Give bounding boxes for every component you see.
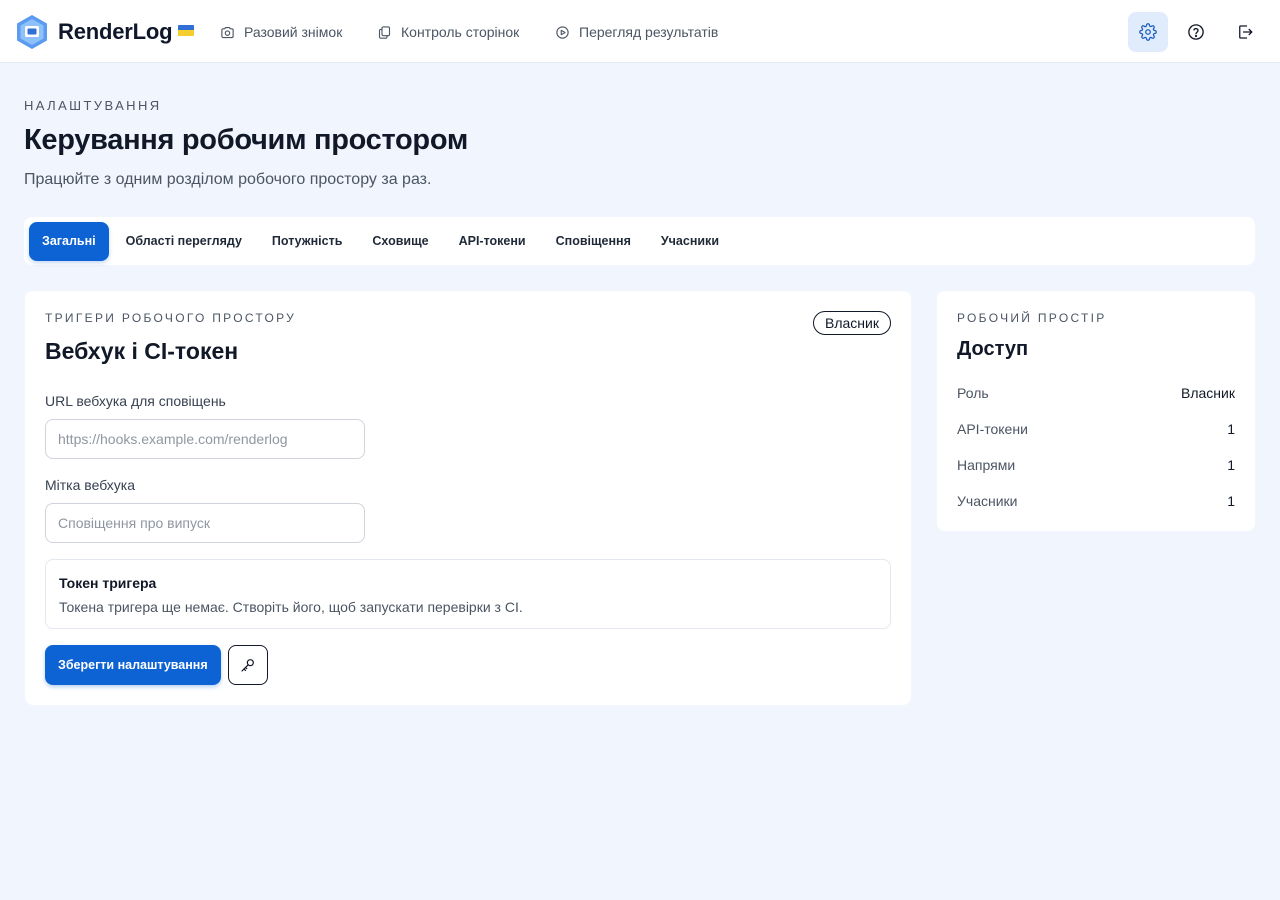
webhook-url-label: URL вебхука для сповіщень [45, 393, 226, 409]
access-row-api-tokens: API-токени 1 [957, 419, 1235, 439]
access-row-value: 1 [1227, 457, 1235, 473]
settings-button[interactable] [1128, 12, 1168, 52]
access-row-key: Учасники [957, 493, 1018, 509]
tab-storage[interactable]: Сховище [359, 222, 441, 261]
nav-one-shot[interactable]: Разовий знімок [220, 22, 342, 42]
access-row-role: Роль Власник [957, 383, 1235, 403]
tab-members[interactable]: Учасники [648, 222, 732, 261]
card-title: Вебхук і CI-токен [45, 338, 239, 364]
logout-button[interactable] [1225, 12, 1265, 52]
role-badge: Власник [813, 311, 891, 335]
access-row-members: Учасники 1 [957, 491, 1235, 511]
trigger-token-description: Токена тригера ще немає. Створіть його, … [59, 599, 523, 615]
generate-token-button[interactable] [228, 645, 268, 685]
nav-one-shot-label: Разовий знімок [244, 24, 343, 40]
help-button[interactable] [1176, 12, 1216, 52]
access-row-key: API-токени [957, 421, 1028, 437]
pages-copy-icon [378, 25, 391, 39]
page-subtitle: Працюйте з одним розділом робочого прост… [24, 171, 432, 188]
camera-icon [221, 26, 234, 38]
key-icon [241, 659, 254, 672]
help-circle-icon [1188, 24, 1204, 40]
webhook-label-input[interactable] [45, 503, 365, 543]
access-row-key: Роль [957, 385, 989, 401]
settings-tabs: Загальні Області перегляду Потужність Сх… [24, 217, 1255, 265]
access-row-value: Власник [1181, 385, 1235, 401]
tab-api-tokens[interactable]: API-токени [446, 222, 539, 261]
trigger-token-panel: Токен тригера Токена тригера ще немає. С… [45, 559, 891, 629]
side-title: Доступ [957, 338, 1029, 360]
ukraine-flag-icon [178, 24, 195, 36]
access-row-value: 1 [1227, 493, 1235, 509]
save-settings-button[interactable]: Зберегти налаштування [45, 645, 221, 685]
brand[interactable]: RenderLog [16, 14, 195, 50]
play-circle-icon [556, 25, 569, 39]
gear-icon [1139, 23, 1157, 41]
webhook-url-input[interactable] [45, 419, 365, 459]
nav-page-monitoring-label: Контроль сторінок [401, 24, 520, 40]
webhook-label-label: Мітка вебхука [45, 477, 135, 493]
nav-page-monitoring[interactable]: Контроль сторінок [377, 22, 519, 42]
brand-name: RenderLog [58, 19, 173, 44]
top-bar: RenderLog Разовий знімок Контроль сторін… [0, 0, 1280, 63]
nav-results-review-label: Перегляд результатів [579, 24, 719, 40]
page-eyebrow: НАЛАШТУВАННЯ [24, 98, 162, 113]
access-row-value: 1 [1227, 421, 1235, 437]
card-eyebrow: ТРИГЕРИ РОБОЧОГО ПРОСТОРУ [45, 311, 297, 325]
logout-icon [1239, 25, 1253, 39]
tab-viewports[interactable]: Області перегляду [113, 222, 255, 261]
nav-results-review[interactable]: Перегляд результатів [555, 22, 718, 42]
side-eyebrow: РОБОЧИЙ ПРОСТІР [957, 311, 1107, 325]
access-row-directions: Напрями 1 [957, 455, 1235, 475]
renderlog-logo-icon [16, 14, 48, 50]
trigger-token-title: Токен тригера [59, 575, 157, 591]
tab-general[interactable]: Загальні [29, 221, 109, 261]
tab-capacity[interactable]: Потужність [259, 222, 356, 261]
workspace-triggers-card: ТРИГЕРИ РОБОЧОГО ПРОСТОРУ Вебхук і CI-то… [25, 291, 911, 705]
page-title: Керування робочим простором [24, 124, 469, 156]
workspace-access-card: РОБОЧИЙ ПРОСТІР Доступ Роль Власник API-… [937, 291, 1255, 531]
tab-notifications[interactable]: Сповіщення [543, 222, 644, 261]
access-row-key: Напрями [957, 457, 1016, 473]
